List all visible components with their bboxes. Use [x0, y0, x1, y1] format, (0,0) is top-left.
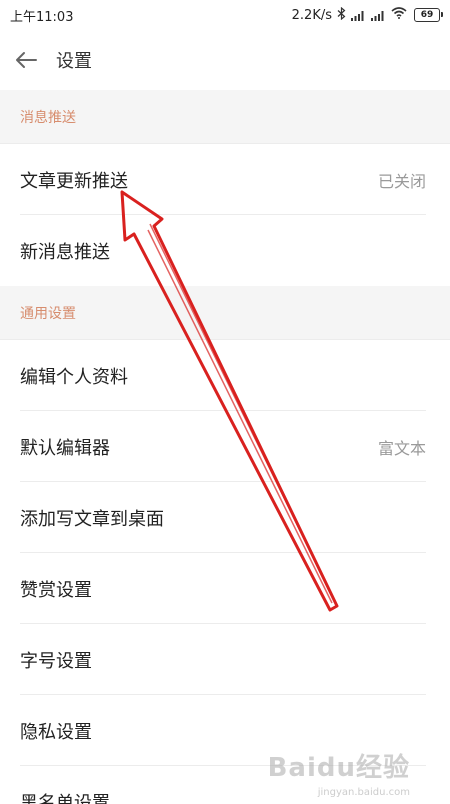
setting-label: 字号设置	[20, 650, 92, 672]
setting-article-push[interactable]: 文章更新推送 已关闭	[0, 144, 450, 215]
bluetooth-icon	[337, 6, 346, 24]
setting-label: 默认编辑器	[20, 437, 110, 459]
settings-list: 消息推送 文章更新推送 已关闭 新消息推送 通用设置 编辑个人资料 默认编辑器 …	[0, 90, 450, 804]
battery-icon: 69	[414, 8, 443, 22]
setting-label: 隐私设置	[20, 721, 92, 743]
watermark-logo: Baidu经验	[267, 753, 410, 783]
page-title: 设置	[56, 51, 92, 72]
setting-label: 赞赏设置	[20, 579, 92, 601]
section-header-general: 通用设置	[0, 286, 450, 340]
setting-edit-profile[interactable]: 编辑个人资料	[0, 340, 450, 411]
setting-value: 已关闭	[377, 171, 426, 191]
setting-add-to-desktop[interactable]: 添加写文章到桌面	[0, 482, 450, 553]
section-header-push: 消息推送	[0, 90, 450, 144]
setting-label: 添加写文章到桌面	[20, 508, 164, 530]
section-title: 消息推送	[20, 109, 76, 126]
setting-label: 编辑个人资料	[20, 366, 128, 388]
section-title: 通用设置	[20, 305, 76, 322]
setting-value: 富文本	[377, 438, 426, 458]
status-time: 上午11:03	[10, 9, 74, 25]
back-arrow-icon[interactable]	[14, 48, 38, 72]
setting-reward[interactable]: 赞赏设置	[0, 553, 450, 624]
battery-level: 69	[420, 10, 434, 20]
setting-default-editor[interactable]: 默认编辑器 富文本	[0, 411, 450, 482]
signal-icon	[351, 10, 366, 21]
setting-label: 黑名单设置	[20, 792, 110, 804]
network-speed: 2.2K/s	[291, 7, 332, 23]
setting-font-size[interactable]: 字号设置	[0, 624, 450, 695]
status-bar: 上午11:03 2.2K/s 69	[0, 0, 450, 30]
status-icons: 2.2K/s 69	[291, 6, 443, 24]
setting-label: 新消息推送	[20, 241, 110, 263]
app-header: 设置	[0, 30, 450, 90]
wifi-icon	[391, 7, 407, 23]
watermark-url: jingyan.baidu.com	[317, 787, 410, 798]
setting-label: 文章更新推送	[20, 170, 128, 192]
signal-icon-2	[371, 10, 386, 21]
setting-message-push[interactable]: 新消息推送	[0, 215, 450, 286]
